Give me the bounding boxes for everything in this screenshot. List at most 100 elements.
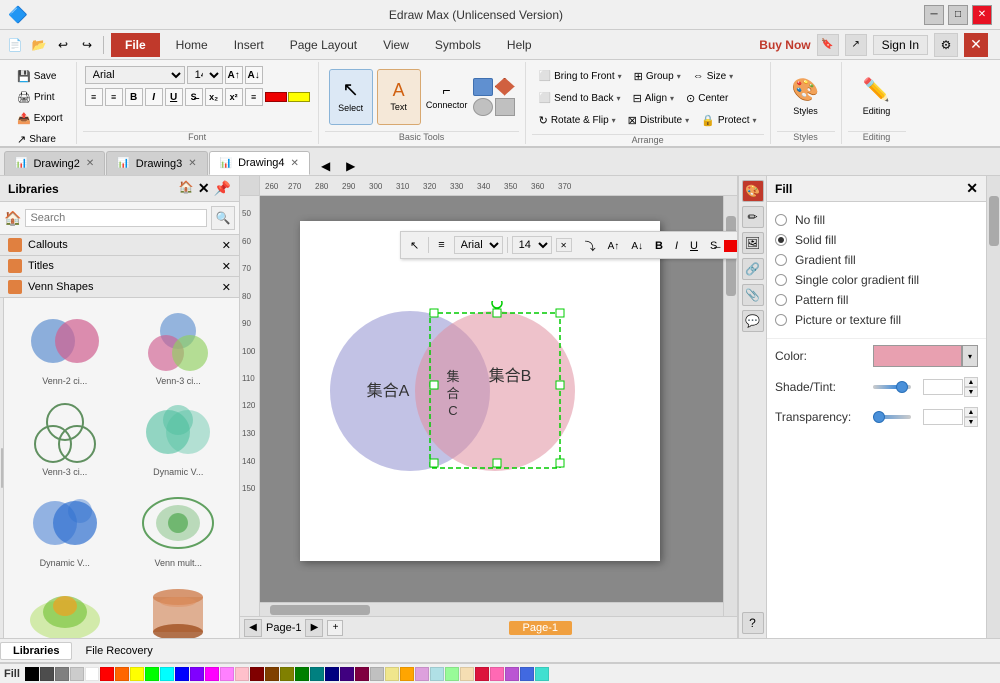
add-page-btn[interactable]: + bbox=[327, 620, 343, 636]
color-swatch[interactable] bbox=[25, 667, 39, 681]
tab-arrow-right[interactable]: ▶ bbox=[340, 157, 361, 175]
color-swatch[interactable] bbox=[475, 667, 489, 681]
help-menu-item[interactable]: Help bbox=[495, 31, 544, 59]
active-page-tab[interactable]: Page-1 bbox=[509, 621, 572, 635]
transparency-down[interactable]: ▼ bbox=[964, 417, 978, 427]
color-swatch[interactable] bbox=[100, 667, 114, 681]
font-family-select[interactable]: Arial bbox=[85, 66, 185, 84]
color-swatch[interactable] bbox=[175, 667, 189, 681]
color-swatch[interactable] bbox=[415, 667, 429, 681]
drawing2-tab[interactable]: 📊 Drawing2 ✕ bbox=[4, 151, 105, 175]
shade-slider[interactable] bbox=[873, 385, 911, 389]
protect-button[interactable]: 🔒 Protect ▾ bbox=[696, 110, 761, 130]
underline-btn[interactable]: U bbox=[165, 88, 183, 106]
other-shape-btn[interactable] bbox=[495, 98, 515, 116]
shade-input[interactable]: 0 % bbox=[923, 379, 963, 395]
color-swatch[interactable] bbox=[325, 667, 339, 681]
venn2-shape-item[interactable]: Venn-2 ci... bbox=[10, 304, 120, 391]
color-swatch[interactable] bbox=[55, 667, 69, 681]
color-swatch[interactable] bbox=[445, 667, 459, 681]
solid-fill-option[interactable]: Solid fill bbox=[775, 230, 978, 250]
buy-now-button[interactable]: Buy Now bbox=[759, 38, 810, 52]
tt-font-size-up[interactable]: A↑ bbox=[603, 239, 625, 254]
color-swatch[interactable] bbox=[340, 667, 354, 681]
color-box[interactable] bbox=[873, 345, 962, 367]
shade-up[interactable]: ▲ bbox=[964, 377, 978, 387]
drawing4-tab[interactable]: 📊 Drawing4 ✕ bbox=[209, 151, 310, 175]
tt-arrow[interactable]: ↖ bbox=[405, 237, 424, 254]
color-swatch[interactable] bbox=[160, 667, 174, 681]
align-left-btn[interactable]: ≡ bbox=[85, 88, 103, 106]
solid-fill-radio[interactable] bbox=[775, 234, 787, 246]
color-dropdown-arrow[interactable]: ▾ bbox=[962, 345, 978, 367]
color-swatch[interactable] bbox=[205, 667, 219, 681]
gradient-fill-radio[interactable] bbox=[775, 254, 787, 266]
callouts-close[interactable]: ✕ bbox=[222, 239, 231, 252]
share-ribbon-button[interactable]: ↗ Share bbox=[12, 129, 61, 149]
print-button[interactable]: 🖨 Print bbox=[12, 87, 60, 107]
save-button[interactable]: 💾 Save bbox=[12, 66, 62, 86]
color-swatch[interactable] bbox=[355, 667, 369, 681]
select-tool-button[interactable]: ↖ Select bbox=[329, 69, 373, 125]
symbols-menu-item[interactable]: Symbols bbox=[423, 31, 493, 59]
tt-underline[interactable]: U bbox=[685, 238, 703, 254]
comment-icon[interactable]: 💬 bbox=[742, 310, 764, 332]
libraries-tab[interactable]: Libraries bbox=[0, 642, 72, 660]
highlight-btn[interactable] bbox=[288, 92, 310, 102]
size-arrow[interactable]: ▾ bbox=[729, 72, 733, 81]
color-swatch[interactable] bbox=[145, 667, 159, 681]
venn-shapes-section[interactable]: Venn Shapes ✕ bbox=[0, 277, 239, 298]
fill-style-icon[interactable]: 🎨 bbox=[742, 180, 764, 202]
italic-btn[interactable]: I bbox=[145, 88, 163, 106]
rect-shape-btn[interactable] bbox=[473, 78, 493, 96]
share2-button[interactable]: ↗ bbox=[845, 34, 867, 56]
titles-close[interactable]: ✕ bbox=[222, 260, 231, 273]
sign-in-button[interactable]: Sign In bbox=[873, 35, 928, 55]
file-menu-button[interactable]: File bbox=[111, 33, 160, 57]
help-icon[interactable]: ? bbox=[742, 612, 764, 634]
color-swatch[interactable] bbox=[85, 667, 99, 681]
search-button[interactable]: 🔍 bbox=[211, 206, 235, 230]
superscript-btn[interactable]: x² bbox=[225, 88, 243, 106]
list-btn[interactable]: ≡ bbox=[245, 88, 263, 106]
shade-down[interactable]: ▼ bbox=[964, 387, 978, 397]
single-color-radio[interactable] bbox=[775, 274, 787, 286]
canvas-scroll-area[interactable]: ↖ ≡ Arial 14 ✕ bbox=[260, 196, 737, 616]
color-swatch[interactable] bbox=[40, 667, 54, 681]
send-back-arrow[interactable]: ▾ bbox=[617, 94, 621, 103]
transparency-thumb[interactable] bbox=[873, 411, 885, 423]
group-arrow[interactable]: ▾ bbox=[677, 72, 681, 81]
venn3a-shape-item[interactable]: Venn-3 ci... bbox=[124, 304, 234, 391]
color-swatch[interactable] bbox=[490, 667, 504, 681]
bring-front-arrow[interactable]: ▾ bbox=[618, 72, 622, 81]
pencil-icon[interactable]: ✏ bbox=[742, 206, 764, 228]
text-tool-button[interactable]: A Text bbox=[377, 69, 421, 125]
tt-italic[interactable]: I bbox=[670, 238, 683, 254]
transparency-input[interactable]: 0 % bbox=[923, 409, 963, 425]
color-swatch[interactable] bbox=[70, 667, 84, 681]
color-swatch[interactable] bbox=[385, 667, 399, 681]
color-swatch[interactable] bbox=[265, 667, 279, 681]
tab-arrow-left[interactable]: ◀ bbox=[315, 157, 336, 175]
drawing4-close[interactable]: ✕ bbox=[291, 158, 299, 169]
font-color-btn[interactable] bbox=[265, 92, 287, 102]
picture-fill-option[interactable]: Picture or texture fill bbox=[775, 310, 978, 330]
open-button[interactable]: 📂 bbox=[28, 34, 50, 56]
minimize-button[interactable]: ─ bbox=[924, 5, 944, 25]
center-button[interactable]: ⊙ Center bbox=[681, 88, 733, 108]
venn3b-shape-item[interactable]: Venn-3 ci... bbox=[10, 395, 120, 482]
pattern-fill-option[interactable]: Pattern fill bbox=[775, 290, 978, 310]
shade-thumb[interactable] bbox=[896, 381, 908, 393]
group-button[interactable]: ⊞ Group ▾ bbox=[629, 66, 686, 86]
color-swatch[interactable] bbox=[190, 667, 204, 681]
page-layout-menu-item[interactable]: Page Layout bbox=[278, 31, 369, 59]
editing-button[interactable]: ✏️ Editing bbox=[852, 69, 902, 125]
tt-size-select[interactable]: 14 bbox=[512, 236, 552, 254]
search-input[interactable] bbox=[25, 209, 207, 227]
rotate-arrow[interactable]: ▾ bbox=[612, 116, 616, 125]
subscript-btn[interactable]: x₂ bbox=[205, 88, 223, 106]
color-swatch[interactable] bbox=[295, 667, 309, 681]
library-pin-icon[interactable]: 📌 bbox=[214, 180, 231, 197]
settings-button[interactable]: ⚙ bbox=[934, 33, 958, 57]
color-swatch[interactable] bbox=[220, 667, 234, 681]
